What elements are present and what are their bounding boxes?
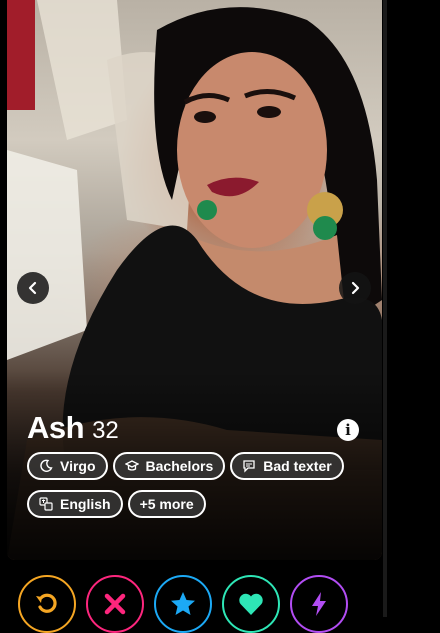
profile-card[interactable]: Ash 32 i Virgo Bachelors Bad texter Engl…: [7, 0, 382, 560]
profile-header: Ash 32: [27, 410, 119, 446]
star-icon: [171, 592, 195, 615]
super-like-button[interactable]: [154, 575, 212, 633]
chip-zodiac: Virgo: [27, 452, 108, 480]
profile-chips: Virgo Bachelors Bad texter English +5 mo…: [27, 452, 372, 528]
chip-education: Bachelors: [112, 452, 226, 480]
scrollbar[interactable]: [383, 0, 387, 617]
next-photo-button[interactable]: [339, 272, 371, 304]
moon-icon: [40, 459, 53, 472]
close-icon: [104, 593, 126, 615]
heart-icon: [239, 593, 263, 615]
profile-info-button[interactable]: i: [337, 419, 359, 441]
chip-more[interactable]: +5 more: [127, 490, 206, 518]
profile-name: Ash: [27, 410, 85, 445]
info-icon: i: [345, 421, 351, 439]
boost-button[interactable]: [290, 575, 348, 633]
lightning-icon: [312, 592, 326, 616]
previous-photo-button[interactable]: [17, 272, 49, 304]
nope-button[interactable]: [86, 575, 144, 633]
language-icon: [39, 497, 53, 511]
chip-language: English: [27, 490, 123, 518]
chevron-right-icon: [351, 281, 360, 295]
like-button[interactable]: [222, 575, 280, 633]
rewind-icon: [36, 593, 57, 613]
chat-bubble-icon: [243, 460, 255, 473]
profile-age: 32: [92, 417, 119, 444]
chip-communication: Bad texter: [230, 452, 344, 480]
action-bar: [18, 575, 348, 633]
graduation-cap-icon: [124, 460, 139, 471]
rewind-button[interactable]: [18, 575, 76, 633]
chevron-left-icon: [28, 281, 37, 295]
